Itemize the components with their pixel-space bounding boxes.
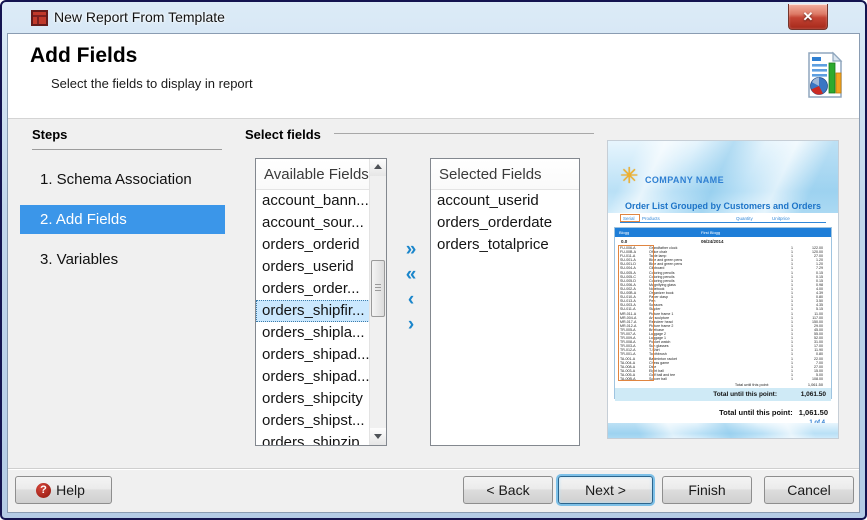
preview-footer-wave xyxy=(608,423,838,438)
button-bar: ? Help < Back Next > Finish Cancel xyxy=(8,468,859,512)
step-item-3[interactable]: 3. Variables xyxy=(20,245,225,274)
dialog-body: Add Fields Select the fields to display … xyxy=(7,33,860,513)
total-band-label: Total until this point: xyxy=(713,388,777,401)
group-row-center: 06/24/2014 xyxy=(701,237,724,246)
list-item[interactable]: orders_userid xyxy=(256,256,386,278)
scrollbar-thumb[interactable] xyxy=(371,260,385,317)
close-button[interactable]: ✕ xyxy=(788,4,828,30)
preview-column-headers: Serial Products Quantity Unitprice xyxy=(620,215,826,223)
preview-col-quantity: Quantity xyxy=(736,216,753,221)
list-item[interactable]: orders_shipad... xyxy=(256,366,386,388)
step-item-1[interactable]: 1. Schema Association xyxy=(20,165,225,194)
report-chart-icon xyxy=(807,51,843,99)
list-item[interactable]: orders_orderid xyxy=(256,234,386,256)
group-bar-left: Blogg xyxy=(619,228,629,237)
list-item[interactable]: account_sour... xyxy=(256,212,386,234)
preview-grand-total: Total until this point: 1,061.50 xyxy=(715,408,828,417)
page-title: Add Fields xyxy=(30,44,137,68)
title-bar[interactable]: New Report From Template ✕ xyxy=(2,2,865,33)
select-fields-divider xyxy=(334,133,594,134)
list-item[interactable]: account_bann... xyxy=(256,190,386,212)
steps-heading: Steps xyxy=(32,127,67,142)
list-item[interactable]: orders_shipad... xyxy=(256,344,386,366)
help-label: Help xyxy=(56,482,85,498)
list-item[interactable]: orders_shipla... xyxy=(256,322,386,344)
available-fields-list[interactable]: Available Fields account_bann...account_… xyxy=(255,158,387,446)
wizard-header: Add Fields Select the fields to display … xyxy=(8,34,859,119)
total-band-value: 1,061.50 xyxy=(801,388,826,401)
preview-group-bar: Blogg First Blogg xyxy=(615,228,831,237)
next-button[interactable]: Next > xyxy=(558,476,653,504)
transfer-buttons: »«‹› xyxy=(400,237,422,337)
preview-col-products: Products xyxy=(642,216,660,221)
selected-items: account_useridorders_orderdateorders_tot… xyxy=(431,190,579,256)
scroll-up-icon[interactable] xyxy=(370,159,386,176)
subtotal-value: 1,061.50 xyxy=(808,381,823,388)
move-right-button[interactable]: › xyxy=(400,312,422,337)
preview-col-unitprice: Unitprice xyxy=(772,216,790,221)
list-item[interactable]: orders_shipzip xyxy=(256,432,386,446)
group-bar-center: First Blogg xyxy=(701,228,720,237)
preview-report-title: Order List Grouped by Customers and Orde… xyxy=(608,201,838,211)
finish-button[interactable]: Finish xyxy=(662,476,752,504)
subtotal-label: Total until this point: xyxy=(735,381,769,388)
step-item-2[interactable]: 2. Add Fields xyxy=(20,205,225,234)
list-item[interactable]: orders_shipst... xyxy=(256,410,386,432)
cancel-button[interactable]: Cancel xyxy=(764,476,854,504)
preview-detail-band: Blogg First Blogg 0.0 06/24/2014 FU-006-… xyxy=(614,227,832,399)
app-icon xyxy=(31,10,48,26)
wizard-content: Steps 1. Schema Association 2. Add Fields… xyxy=(8,119,859,468)
scroll-down-icon[interactable] xyxy=(370,428,386,445)
select-fields-heading: Select fields xyxy=(245,127,321,142)
preview-subtotal-row: Total until this point: 1,061.50 xyxy=(615,381,831,388)
selected-fields-header: Selected Fields xyxy=(431,159,579,190)
available-items: account_bann...account_sour...orders_ord… xyxy=(256,190,386,446)
preview-col-serial: Serial xyxy=(623,216,635,221)
move-left-button[interactable]: ‹ xyxy=(400,287,422,312)
back-button[interactable]: < Back xyxy=(463,476,553,504)
selected-fields-list[interactable]: Selected Fields account_useridorders_ord… xyxy=(430,158,580,446)
list-item[interactable]: orders_totalprice xyxy=(431,234,579,256)
preview-total-band: Total until this point: 1,061.50 xyxy=(615,388,831,401)
report-preview: ✳ COMPANY NAME Order List Grouped by Cus… xyxy=(608,141,838,438)
page-subtitle: Select the fields to display in report xyxy=(51,76,253,91)
list-item[interactable]: account_userid xyxy=(431,190,579,212)
list-item[interactable]: orders_orderdate xyxy=(431,212,579,234)
move-all-right-button[interactable]: » xyxy=(400,237,422,262)
available-fields-header: Available Fields xyxy=(256,159,386,190)
window-title: New Report From Template xyxy=(54,9,225,25)
codes-highlight-box xyxy=(618,245,654,381)
help-icon: ? xyxy=(36,483,51,498)
steps-divider xyxy=(32,149,222,150)
grand-total-value: 1,061.50 xyxy=(799,408,828,417)
dialog-window: New Report From Template ✕ Add Fields Se… xyxy=(0,0,867,520)
move-all-left-button[interactable]: « xyxy=(400,262,422,287)
available-scrollbar[interactable] xyxy=(369,159,386,445)
help-button[interactable]: ? Help xyxy=(15,476,112,504)
grand-total-label: Total until this point: xyxy=(719,408,793,417)
list-item[interactable]: orders_shipcity xyxy=(256,388,386,410)
company-name: COMPANY NAME xyxy=(645,175,724,185)
list-item[interactable]: orders_shipfir... xyxy=(256,300,386,322)
list-item[interactable]: orders_order... xyxy=(256,278,386,300)
company-logo-icon: ✳ xyxy=(620,163,638,189)
steps-list: 1. Schema Association 2. Add Fields 3. Var… xyxy=(20,165,225,285)
